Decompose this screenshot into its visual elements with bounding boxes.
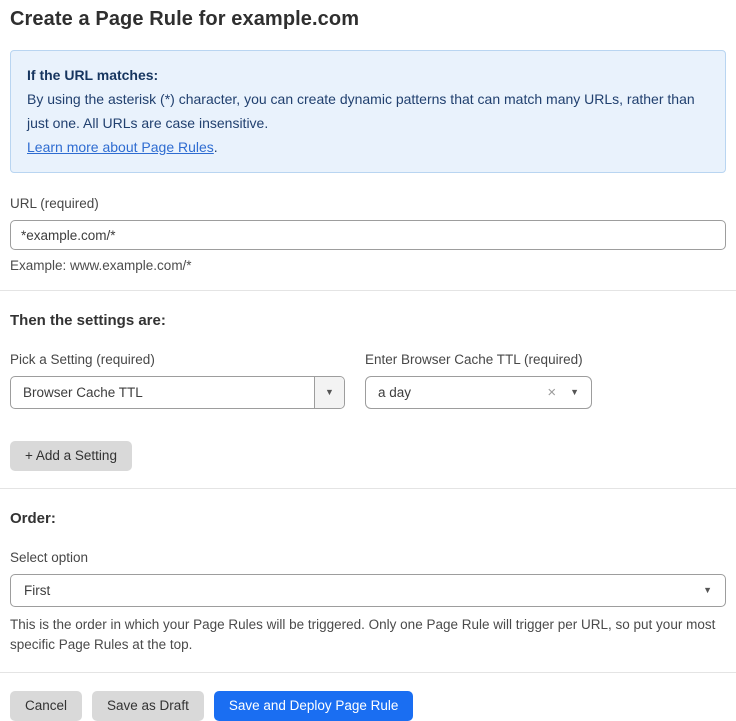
- divider: [0, 290, 736, 291]
- ttl-picker-label: Enter Browser Cache TTL (required): [365, 352, 645, 367]
- setting-picker-select[interactable]: Browser Cache TTL ▼: [10, 376, 345, 409]
- add-setting-button[interactable]: + Add a Setting: [10, 441, 132, 471]
- order-helper-text: This is the order in which your Page Rul…: [10, 615, 726, 655]
- save-and-deploy-button[interactable]: Save and Deploy Page Rule: [214, 691, 414, 721]
- setting-picker-value: Browser Cache TTL: [11, 385, 314, 400]
- settings-row: Pick a Setting (required) Browser Cache …: [10, 329, 726, 409]
- url-field-label: URL (required): [10, 196, 726, 211]
- url-field-helper: Example: www.example.com/*: [10, 258, 726, 273]
- create-page-rule-form: Create a Page Rule for example.com If th…: [0, 0, 736, 721]
- ttl-picker-select[interactable]: a day × ▼: [365, 376, 592, 409]
- page-title: Create a Page Rule for example.com: [10, 8, 726, 31]
- divider: [0, 672, 736, 673]
- order-select[interactable]: First ▼: [10, 574, 726, 607]
- info-box-body: By using the asterisk (*) character, you…: [27, 87, 709, 135]
- chevron-down-icon: ▼: [570, 388, 579, 397]
- save-as-draft-button[interactable]: Save as Draft: [92, 691, 204, 721]
- cancel-button[interactable]: Cancel: [10, 691, 82, 721]
- order-select-value: First: [24, 583, 50, 598]
- chevron-down-icon: ▼: [703, 586, 712, 595]
- divider: [0, 488, 736, 489]
- setting-picker-arrow-cell[interactable]: ▼: [314, 377, 344, 408]
- form-actions: Cancel Save as Draft Save and Deploy Pag…: [10, 691, 726, 721]
- settings-section-heading: Then the settings are:: [10, 312, 726, 329]
- setting-picker-column: Pick a Setting (required) Browser Cache …: [10, 329, 365, 409]
- url-input[interactable]: [10, 220, 726, 250]
- chevron-down-icon: ▼: [325, 388, 334, 397]
- ttl-picker-column: Enter Browser Cache TTL (required) a day…: [365, 329, 645, 409]
- link-suffix: .: [214, 139, 218, 155]
- setting-picker-label: Pick a Setting (required): [10, 352, 365, 367]
- order-section-heading: Order:: [10, 510, 726, 527]
- url-match-info-box: If the URL matches: By using the asteris…: [10, 50, 726, 173]
- learn-more-link[interactable]: Learn more about Page Rules: [27, 139, 214, 155]
- clear-icon[interactable]: ×: [547, 385, 556, 400]
- ttl-picker-value: a day: [378, 385, 547, 400]
- info-box-heading: If the URL matches:: [27, 63, 709, 87]
- order-select-label: Select option: [10, 550, 726, 565]
- info-box-link-line: Learn more about Page Rules.: [27, 135, 709, 159]
